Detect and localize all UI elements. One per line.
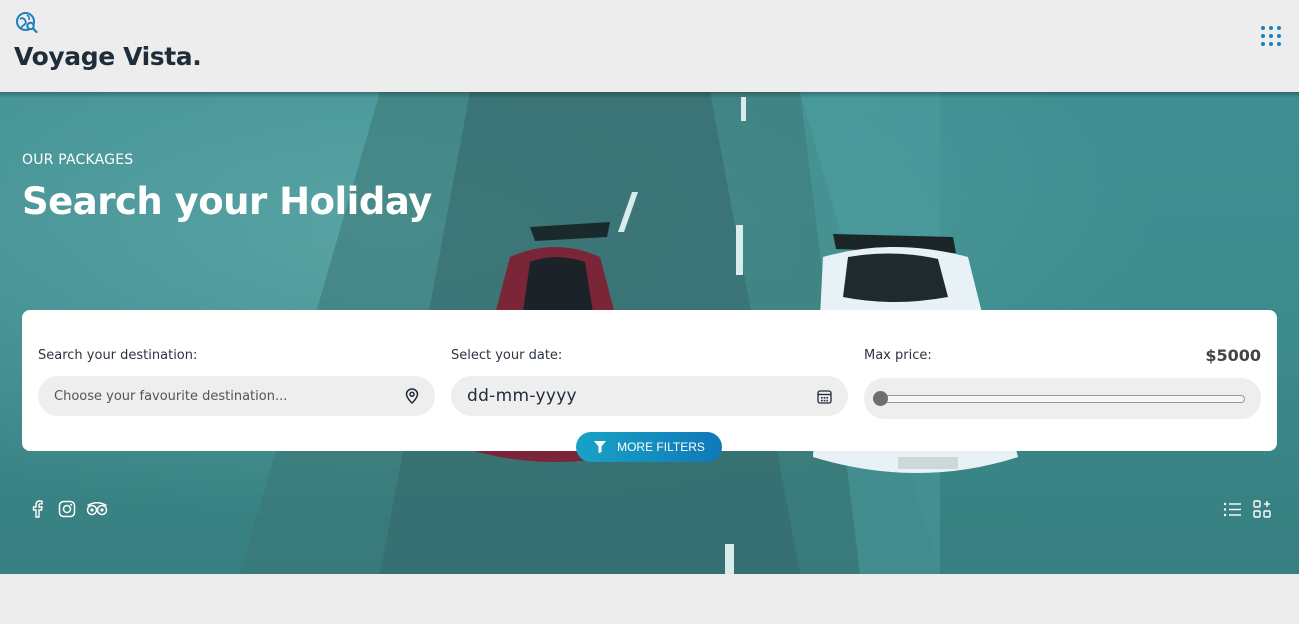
destination-input[interactable] — [54, 388, 405, 404]
destination-label: Search your destination: — [38, 348, 198, 363]
grid-view-icon[interactable] — [1251, 498, 1273, 520]
max-price-value: $5000 — [1205, 346, 1261, 365]
globe-search-icon[interactable] — [15, 11, 39, 35]
filter-icon — [594, 441, 607, 453]
calendar-icon[interactable] — [817, 389, 832, 404]
destination-field[interactable] — [38, 376, 435, 416]
facebook-icon[interactable] — [26, 498, 48, 520]
max-price-label: Max price: — [864, 348, 932, 363]
grid-dots-icon[interactable] — [1261, 26, 1283, 48]
site-header: Voyage Vista. — [0, 0, 1299, 92]
price-slider-field[interactable] — [864, 378, 1261, 419]
price-slider-thumb[interactable] — [873, 390, 888, 406]
search-card: Search your destination: Select your dat… — [22, 310, 1277, 451]
brand-name[interactable]: Voyage Vista. — [14, 42, 202, 71]
instagram-icon[interactable] — [56, 498, 78, 520]
map-pin-icon[interactable] — [405, 388, 419, 404]
hero-title: Search your Holiday — [22, 180, 432, 223]
date-field[interactable]: dd-mm-yyyy — [451, 376, 848, 416]
hero-eyebrow: OUR PACKAGES — [22, 152, 134, 168]
date-input[interactable]: dd-mm-yyyy — [467, 386, 817, 406]
price-slider-track[interactable] — [873, 390, 1245, 406]
more-filters-button[interactable]: MORE FILTERS — [576, 432, 722, 462]
more-filters-label: MORE FILTERS — [617, 440, 705, 454]
hero-top-shade — [0, 92, 1299, 98]
tripadvisor-icon[interactable] — [86, 498, 108, 520]
list-view-icon[interactable] — [1221, 498, 1243, 520]
date-label: Select your date: — [451, 348, 563, 363]
